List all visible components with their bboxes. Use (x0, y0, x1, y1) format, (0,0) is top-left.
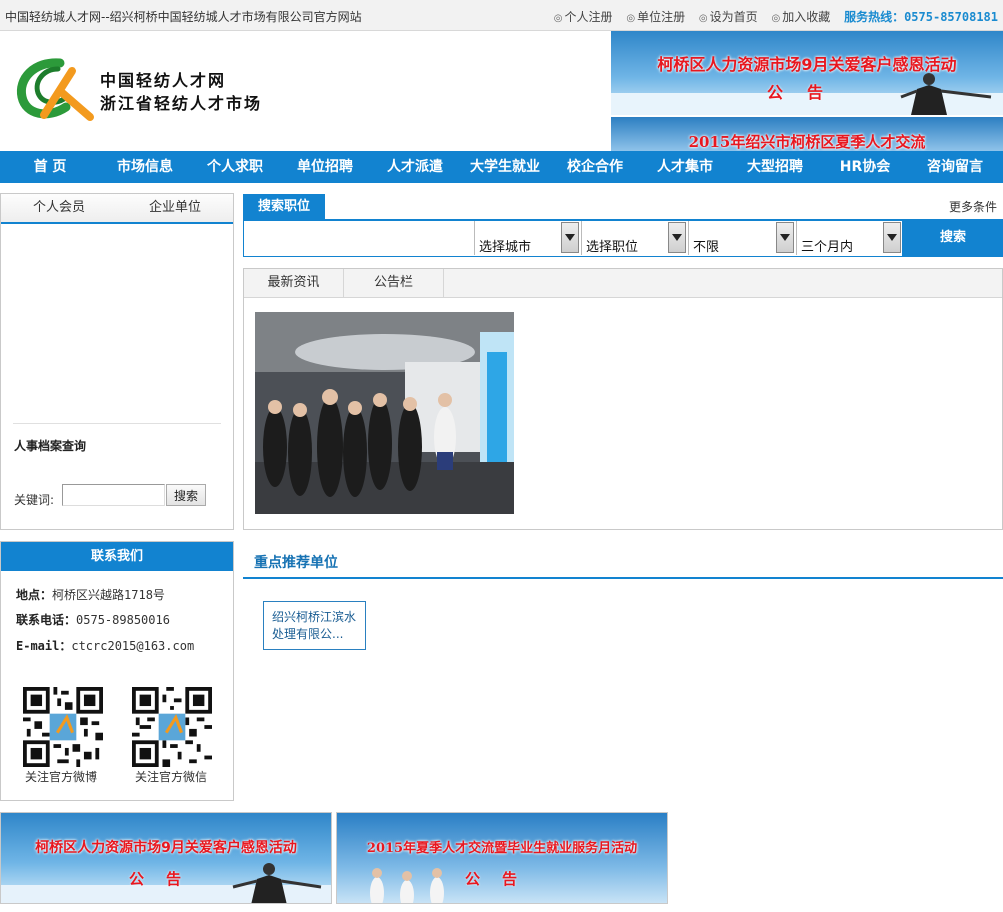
circle-icon: ◎ (771, 13, 781, 24)
contact-address: 地点：柯桥区兴越路1718号 (16, 586, 165, 603)
chevron-down-icon[interactable] (883, 222, 901, 253)
position-select-value: 选择职位 (586, 240, 639, 255)
set-homepage-label: 设为首页 (709, 10, 758, 24)
city-select-value: 选择城市 (479, 240, 532, 255)
top-links: ◎ 个人注册 ◎ 单位注册 ◎ 设为首页 ◎ 加入收藏 服务热线：0575-857081… (544, 8, 998, 25)
news-photo-image[interactable] (255, 312, 514, 514)
company-register-label: 单位注册 (637, 10, 686, 24)
nav-recruitment[interactable]: 单位招聘 (280, 151, 370, 183)
main-nav: 首 页 市场信息 个人求职 单位招聘 人才派遣 大学生就业 校企合作 人才集市 … (0, 151, 1003, 183)
divider (13, 423, 221, 424)
login-panel: 个人会员 企业单位 人事档案查询 关键词: 搜索 (0, 193, 234, 530)
limit-select[interactable]: 不限 (688, 221, 795, 255)
banner-1-title: 柯桥区人力资源市场9月关爱客户感恩活动 (657, 55, 957, 74)
wechat-caption: 关注官方微信 (135, 770, 208, 784)
company-register-link[interactable]: ◎ 单位注册 (626, 10, 685, 24)
weibo-qr-code-icon (23, 687, 103, 767)
bottom-banner-1-subtitle: 公告 (128, 870, 203, 888)
nav-large-recruitment[interactable]: 大型招聘 (730, 151, 820, 183)
chevron-down-icon[interactable] (668, 222, 686, 253)
limit-select-value: 不限 (693, 240, 720, 255)
city-select[interactable]: 选择城市 (474, 221, 580, 255)
set-homepage-link[interactable]: ◎ 设为首页 (699, 10, 758, 24)
news-panel: 最新资讯 公告栏 (243, 268, 1003, 530)
email-label: E-mail： (16, 639, 72, 653)
phone-value: 0575-89850016 (76, 613, 170, 627)
bottom-banner-1[interactable]: 柯桥区人力资源市场9月关爱客户感恩活动 公告 (0, 812, 332, 904)
period-select-value: 三个月内 (801, 240, 854, 255)
tab-company[interactable]: 企业单位 (117, 194, 233, 222)
recommended-company-card[interactable]: 绍兴柯桥江滨水处理有限公... (263, 601, 366, 650)
nav-job-seeking[interactable]: 个人求职 (190, 151, 280, 183)
address-value: 柯桥区兴越路1718号 (52, 588, 165, 602)
chevron-down-icon[interactable] (776, 222, 794, 253)
bottom-banner-1-title: 柯桥区人力资源市场9月关爱客户感恩活动 (35, 840, 297, 856)
phone-label: 联系电话： (16, 613, 77, 627)
archive-query-title: 人事档案查询 (14, 439, 87, 453)
news-tabs: 最新资讯 公告栏 (244, 269, 1002, 298)
tab-personal-member[interactable]: 个人会员 (1, 194, 117, 222)
banner-people-image (370, 868, 444, 903)
archive-search-button[interactable]: 搜索 (166, 484, 206, 506)
nav-graduate-jobs[interactable]: 大学生就业 (460, 151, 550, 183)
search-jobs-tab[interactable]: 搜索职位 (243, 194, 325, 220)
site-title: 中国轻纺城人才网--绍兴柯桥中国轻纺城人才市场有限公司官方网站 (5, 10, 362, 24)
tab-bulletin[interactable]: 公告栏 (344, 269, 444, 297)
banner-1-subtitle: 公告 (766, 83, 847, 102)
keyword-input[interactable] (62, 484, 165, 506)
wechat-qr-code-icon (132, 687, 212, 767)
hotline-number: 0575-85708181 (904, 10, 998, 24)
personal-register-label: 个人注册 (564, 10, 613, 24)
recommended-title: 重点推荐单位 (254, 555, 338, 571)
nav-school-enterprise[interactable]: 校企合作 (550, 151, 640, 183)
logo-line-1: 中国轻纺人才网 (100, 71, 227, 90)
weibo-caption: 关注官方微博 (25, 770, 98, 784)
search-row: 选择城市 选择职位 不限 三个月内 搜索 (243, 221, 1003, 257)
contact-title: 联系我们 (1, 542, 233, 571)
tab-latest-news[interactable]: 最新资讯 (244, 269, 344, 297)
bottom-banner-2[interactable]: 2015年夏季人才交流暨毕业生就业服务月活动 公告 (336, 812, 668, 904)
period-select[interactable]: 三个月内 (796, 221, 902, 255)
nav-consult[interactable]: 咨询留言 (910, 151, 1000, 183)
top-bar: 中国轻纺城人才网--绍兴柯桥中国轻纺城人才市场有限公司官方网站 ◎ 个人注册 ◎ 单… (0, 0, 1003, 31)
banner-figure-image (1, 863, 331, 903)
chevron-down-icon[interactable] (561, 222, 579, 253)
hotline-label: 服务热线： (844, 10, 905, 24)
add-favorite-label: 加入收藏 (782, 10, 831, 24)
keyword-label: 关键词: (14, 493, 55, 507)
email-value: ctcrc2015@163.com (71, 639, 195, 653)
hotline: 服务热线：0575-85708181 (844, 10, 998, 24)
logo-line-2: 浙江省轻纺人才市场 (100, 94, 263, 113)
add-favorite-link[interactable]: ◎ 加入收藏 (771, 10, 830, 24)
job-search-button[interactable]: 搜索 (902, 221, 1003, 256)
address-label: 地点： (16, 588, 53, 602)
bottom-banner-2-subtitle: 公告 (464, 870, 539, 888)
header: 中国轻纺人才网 浙江省轻纺人才市场 柯桥区人力资源市场9月关爱客户感恩活动 公告… (0, 31, 1003, 151)
bottom-banner-2-title: 2015年夏季人才交流暨毕业生就业服务月活动 (366, 841, 638, 856)
nav-talent-fair[interactable]: 人才集市 (640, 151, 730, 183)
circle-icon: ◎ (553, 13, 563, 24)
circle-icon: ◎ (698, 13, 708, 24)
header-banner-2[interactable]: 2015年绍兴市柯桥区夏季人才交流 (611, 117, 1003, 151)
recommended-divider (243, 577, 1003, 579)
header-banner-1[interactable]: 柯桥区人力资源市场9月关爱客户感恩活动 公告 (611, 31, 1003, 115)
login-tabs: 个人会员 企业单位 (1, 194, 233, 224)
contact-phone: 联系电话：0575-89850016 (16, 611, 170, 628)
contact-panel: 联系我们 地点：柯桥区兴越路1718号 联系电话：0575-89850016 E… (0, 541, 234, 801)
nav-market-info[interactable]: 市场信息 (100, 151, 190, 183)
nav-home[interactable]: 首 页 (0, 151, 100, 183)
nav-dispatch[interactable]: 人才派遣 (370, 151, 460, 183)
banner-2-title: 2015年绍兴市柯桥区夏季人才交流 (688, 133, 926, 151)
position-select[interactable]: 选择职位 (581, 221, 687, 255)
logo-icon[interactable] (14, 57, 94, 125)
more-conditions-link[interactable]: 更多条件 (949, 198, 997, 215)
logo-text: 中国轻纺人才网 浙江省轻纺人才市场 (100, 69, 262, 115)
contact-email: E-mail：ctcrc2015@163.com (16, 637, 194, 654)
personal-register-link[interactable]: ◎ 个人注册 (554, 10, 613, 24)
circle-icon: ◎ (626, 13, 636, 24)
nav-hr-association[interactable]: HR协会 (820, 151, 910, 183)
